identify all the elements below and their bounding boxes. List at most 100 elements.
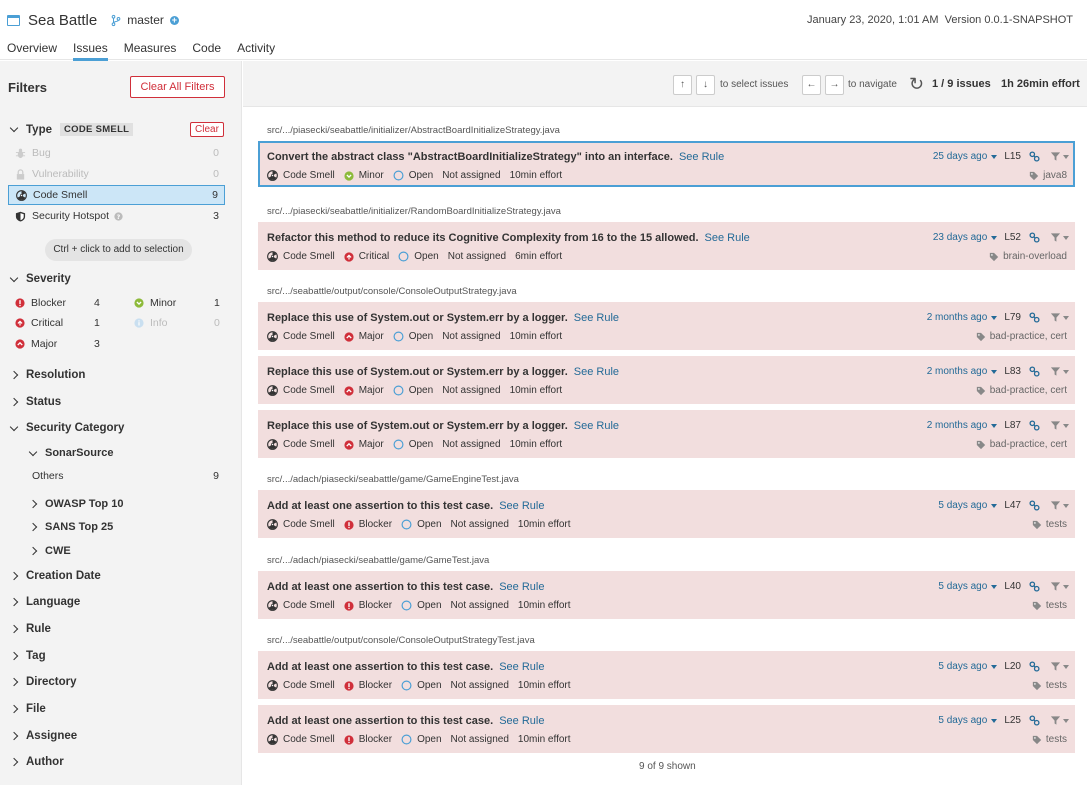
issue-assignee[interactable]: Not assigned [448, 251, 506, 262]
file-path[interactable]: src/.../seabattle/output/console/Console… [267, 286, 517, 297]
reload-icon[interactable]: ↻ [909, 74, 924, 95]
permalink-icon[interactable] [1029, 366, 1040, 377]
issue-age[interactable]: 23 days ago [933, 232, 988, 243]
issue-line[interactable]: L52 [1004, 232, 1021, 243]
issue-type[interactable]: Code Smell [267, 385, 335, 396]
see-rule-link[interactable]: See Rule [499, 715, 544, 727]
issue-severity[interactable]: Major [344, 385, 384, 396]
issue-assignee[interactable]: Not assigned [442, 439, 500, 450]
branch-name[interactable]: master [127, 13, 164, 27]
issue-severity[interactable]: Blocker [344, 734, 392, 745]
filter-icon[interactable] [1050, 581, 1069, 592]
see-rule-link[interactable]: See Rule [499, 661, 544, 673]
see-rule-link[interactable]: See Rule [679, 151, 724, 163]
issue-effort[interactable]: 10min effort [510, 385, 563, 396]
facet-type-code-smell[interactable]: Code Smell 9 [8, 185, 225, 205]
tab-overview[interactable]: Overview [7, 41, 57, 61]
permalink-icon[interactable] [1029, 312, 1040, 323]
issue-tags[interactable]: tests [1032, 734, 1067, 745]
severity-critical[interactable]: Critical 1 [15, 317, 105, 329]
filter-icon[interactable] [1050, 232, 1069, 243]
clear-all-filters-button[interactable]: Clear All Filters [130, 76, 225, 98]
see-rule-link[interactable]: See Rule [574, 312, 619, 324]
issue-age[interactable]: 5 days ago [938, 500, 987, 511]
facet-severity-header[interactable]: Severity [9, 273, 71, 285]
facet-file-header[interactable]: File [9, 703, 46, 715]
issue-message[interactable]: Add at least one assertion to this test … [267, 500, 544, 512]
facet-status-header[interactable]: Status [9, 396, 61, 408]
filter-icon[interactable] [1050, 151, 1069, 162]
file-path[interactable]: src/.../adach/piasecki/seabattle/game/Ga… [267, 555, 489, 566]
facet-security-category-header[interactable]: Security Category [9, 422, 124, 434]
issue-status[interactable]: Open [401, 734, 442, 745]
issue-tags[interactable]: tests [1032, 680, 1067, 691]
issue-severity[interactable]: Major [344, 331, 384, 342]
issue-card[interactable]: Add at least one assertion to this test … [258, 490, 1075, 538]
see-rule-link[interactable]: See Rule [499, 581, 544, 593]
permalink-icon[interactable] [1029, 581, 1040, 592]
issue-age[interactable]: 25 days ago [933, 151, 988, 162]
issue-card[interactable]: Add at least one assertion to this test … [258, 705, 1075, 753]
sans-header[interactable]: SANS Top 25 [28, 521, 113, 533]
issue-assignee[interactable]: Not assigned [442, 385, 500, 396]
issue-message[interactable]: Replace this use of System.out or System… [267, 312, 619, 324]
facet-type-security-hotspot[interactable]: Security Hotspot 3 [8, 206, 225, 226]
issue-severity[interactable]: Blocker [344, 519, 392, 530]
issue-card[interactable]: Convert the abstract class "AbstractBoar… [258, 141, 1075, 187]
issue-card[interactable]: Replace this use of System.out or System… [258, 356, 1075, 404]
facet-language-header[interactable]: Language [9, 596, 80, 608]
permalink-icon[interactable] [1029, 661, 1040, 672]
issue-assignee[interactable]: Not assigned [451, 519, 509, 530]
issue-line[interactable]: L83 [1004, 366, 1021, 377]
permalink-icon[interactable] [1029, 715, 1040, 726]
facet-resolution-header[interactable]: Resolution [9, 369, 85, 381]
issue-status[interactable]: Open [393, 170, 433, 181]
issue-age[interactable]: 5 days ago [938, 661, 987, 672]
facet-creation-date-header[interactable]: Creation Date [9, 570, 101, 582]
see-rule-link[interactable]: See Rule [705, 232, 750, 244]
file-path[interactable]: src/.../seabattle/output/console/Console… [267, 635, 535, 646]
issue-type[interactable]: Code Smell [267, 170, 335, 181]
issue-status[interactable]: Open [393, 385, 433, 396]
issue-effort[interactable]: 10min effort [518, 519, 571, 530]
issue-effort[interactable]: 6min effort [515, 251, 562, 262]
cwe-header[interactable]: CWE [28, 545, 71, 557]
issue-tags[interactable]: bad-practice, cert [976, 385, 1067, 396]
issue-message[interactable]: Add at least one assertion to this test … [267, 661, 544, 673]
issue-effort[interactable]: 10min effort [518, 680, 571, 691]
permalink-icon[interactable] [1029, 420, 1040, 431]
issue-type[interactable]: Code Smell [267, 519, 335, 530]
facet-author-header[interactable]: Author [9, 756, 64, 768]
issue-tags[interactable]: tests [1032, 600, 1067, 611]
issue-effort[interactable]: 10min effort [510, 170, 563, 181]
file-path[interactable]: src/.../piasecki/seabattle/initializer/R… [267, 206, 561, 217]
severity-major[interactable]: Major 3 [15, 338, 105, 350]
permalink-icon[interactable] [1029, 232, 1040, 243]
issue-severity[interactable]: Major [344, 439, 384, 450]
issue-message[interactable]: Convert the abstract class "AbstractBoar… [267, 151, 724, 163]
issue-line[interactable]: L87 [1004, 420, 1021, 431]
issue-age[interactable]: 2 months ago [927, 312, 988, 323]
tab-code[interactable]: Code [192, 41, 221, 61]
issue-type[interactable]: Code Smell [267, 331, 335, 342]
issue-assignee[interactable]: Not assigned [442, 170, 500, 181]
facet-type-bug[interactable]: Bug 0 [8, 143, 225, 163]
severity-minor[interactable]: Minor 1 [134, 297, 224, 309]
issue-age[interactable]: 5 days ago [938, 715, 987, 726]
issue-type[interactable]: Code Smell [267, 680, 335, 691]
facet-type-header[interactable]: Type CODE SMELL [9, 123, 134, 136]
issue-message[interactable]: Replace this use of System.out or System… [267, 366, 619, 378]
issue-tags[interactable]: java8 [1029, 170, 1067, 181]
issue-status[interactable]: Open [398, 251, 439, 262]
issue-line[interactable]: L20 [1004, 661, 1021, 672]
issue-type[interactable]: Code Smell [267, 251, 335, 262]
facet-others[interactable]: Others 9 [25, 466, 225, 486]
issue-severity[interactable]: Blocker [344, 680, 392, 691]
sonarsource-header[interactable]: SonarSource [28, 447, 113, 459]
issue-age[interactable]: 2 months ago [927, 420, 988, 431]
permalink-icon[interactable] [1029, 500, 1040, 511]
issue-status[interactable]: Open [401, 600, 442, 611]
filter-icon[interactable] [1050, 366, 1069, 377]
issue-assignee[interactable]: Not assigned [442, 331, 500, 342]
issue-line[interactable]: L40 [1004, 581, 1021, 592]
